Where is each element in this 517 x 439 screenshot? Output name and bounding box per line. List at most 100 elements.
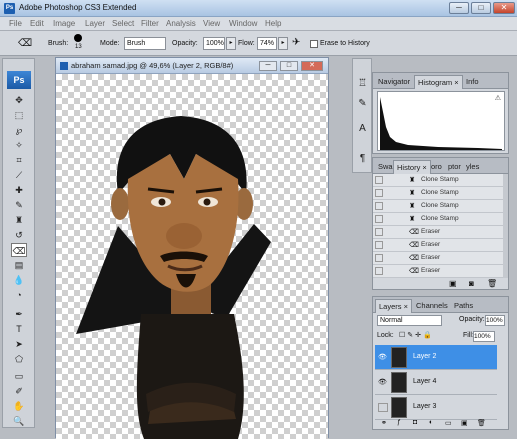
healing-brush-tool-icon[interactable]: ✚ bbox=[11, 183, 27, 197]
type-tool-icon[interactable]: T bbox=[11, 322, 27, 336]
tab-history[interactable]: History × bbox=[393, 160, 431, 174]
tab-histogram[interactable]: Histogram × bbox=[414, 75, 463, 89]
menu-edit[interactable]: Edit bbox=[30, 19, 44, 28]
history-item[interactable]: ⌫ Eraser bbox=[373, 226, 503, 239]
lock-icons[interactable]: ☐✎✛🔒 bbox=[399, 331, 434, 339]
notes-tool-icon[interactable]: ▭ bbox=[11, 369, 27, 383]
layer-row-layer-4[interactable]: 👁 Layer 4 bbox=[375, 370, 497, 395]
tab-navigator[interactable]: Navigator bbox=[375, 75, 413, 89]
adjustment-layer-icon[interactable]: ◐ bbox=[429, 419, 433, 426]
history-scrollbar[interactable] bbox=[503, 174, 508, 278]
layer-opacity-field[interactable]: 100% bbox=[485, 315, 505, 326]
document-title: abraham samad.jpg @ 49,6% (Layer 2, RGB/… bbox=[71, 61, 234, 70]
menu-analysis[interactable]: Analysis bbox=[166, 19, 196, 28]
eyedropper-tool-icon[interactable]: ✐ bbox=[11, 384, 27, 398]
tab-adjustments[interactable]: ptor bbox=[445, 160, 464, 174]
tools-preset-icon[interactable]: ♖ bbox=[355, 76, 370, 91]
brush-tool-icon[interactable]: ✎ bbox=[11, 198, 27, 212]
title-bar: Ps Adobe Photoshop CS3 Extended ─ □ ✕ bbox=[0, 0, 517, 17]
layer-thumbnail bbox=[391, 372, 407, 393]
tab-styles[interactable]: yles bbox=[463, 160, 482, 174]
menu-file[interactable]: File bbox=[9, 19, 22, 28]
clone-stamp-icon: ♜ bbox=[409, 177, 416, 184]
layer-name: Layer 2 bbox=[413, 353, 437, 360]
history-item[interactable]: ♜ Clone Stamp bbox=[373, 174, 503, 187]
marquee-tool-icon[interactable]: ⬚ bbox=[11, 108, 27, 122]
tab-color[interactable]: oro bbox=[428, 160, 445, 174]
paragraph-panel-icon[interactable]: ¶ bbox=[355, 151, 370, 166]
gradient-tool-icon[interactable]: ▤ bbox=[11, 258, 27, 272]
history-item[interactable]: ♜ Clone Stamp bbox=[373, 213, 503, 226]
history-item[interactable]: ⌫ Eraser bbox=[373, 265, 503, 278]
shape-tool-icon[interactable]: ⬠ bbox=[11, 352, 27, 366]
tab-info[interactable]: Info bbox=[463, 75, 482, 89]
tab-paths[interactable]: Paths bbox=[451, 299, 476, 313]
close-button[interactable]: ✕ bbox=[493, 2, 515, 14]
layer-style-icon[interactable]: ƒ bbox=[397, 419, 401, 426]
tab-layers[interactable]: Layers × bbox=[375, 299, 412, 313]
magic-wand-tool-icon[interactable]: ✧ bbox=[11, 138, 27, 152]
tab-channels[interactable]: Channels bbox=[413, 299, 451, 313]
history-item[interactable]: ⌫ Eraser bbox=[373, 239, 503, 252]
history-item[interactable]: ♜ Clone Stamp bbox=[373, 187, 503, 200]
zoom-tool-icon[interactable]: 🔍 bbox=[11, 414, 27, 428]
doc-maximize-button[interactable]: □ bbox=[280, 61, 298, 71]
new-snapshot-icon[interactable]: ◙ bbox=[469, 279, 474, 288]
menu-layer[interactable]: Layer bbox=[85, 19, 105, 28]
history-brush-tool-icon[interactable]: ↺ bbox=[11, 228, 27, 242]
delete-state-icon[interactable]: 🗑 bbox=[487, 279, 497, 288]
menu-select[interactable]: Select bbox=[112, 19, 134, 28]
path-selection-tool-icon[interactable]: ➤ bbox=[11, 337, 27, 351]
menu-image[interactable]: Image bbox=[53, 19, 75, 28]
eraser-tool-preset-icon[interactable]: ⌫ bbox=[18, 38, 32, 49]
lasso-tool-icon[interactable]: ℘ bbox=[11, 123, 27, 137]
flow-slider-button[interactable]: ▸ bbox=[278, 37, 288, 50]
layer-thumbnail bbox=[391, 397, 407, 418]
character-panel-icon[interactable]: A bbox=[355, 121, 370, 136]
mode-select[interactable]: Brush bbox=[124, 37, 166, 50]
move-tool-icon[interactable]: ✥ bbox=[11, 93, 27, 107]
brush-preview-icon[interactable] bbox=[74, 34, 82, 42]
doc-close-button[interactable]: ✕ bbox=[301, 61, 323, 71]
opacity-field[interactable]: 100% bbox=[203, 37, 225, 50]
new-document-icon[interactable]: ▣ bbox=[449, 279, 457, 288]
app-title: Adobe Photoshop CS3 Extended bbox=[19, 3, 137, 12]
eraser-icon: ⌫ bbox=[409, 242, 419, 249]
history-item[interactable]: ♜ Clone Stamp bbox=[373, 200, 503, 213]
layer-row-layer-2[interactable]: 👁 Layer 2 bbox=[375, 345, 497, 370]
menu-help[interactable]: Help bbox=[265, 19, 281, 28]
dodge-tool-icon[interactable]: ◔ bbox=[11, 288, 27, 302]
visibility-eye-icon[interactable]: 👁 bbox=[378, 353, 388, 362]
visibility-eye-icon[interactable]: 👁 bbox=[378, 378, 388, 387]
minimize-button[interactable]: ─ bbox=[449, 2, 469, 14]
link-layers-icon[interactable]: ⚭ bbox=[381, 419, 387, 427]
group-icon[interactable]: ▭ bbox=[445, 419, 452, 427]
eraser-tool-icon[interactable]: ⌫ bbox=[11, 243, 27, 257]
menu-view[interactable]: View bbox=[203, 19, 220, 28]
history-item[interactable]: ⌫ Eraser bbox=[373, 252, 503, 265]
airbrush-icon[interactable]: ✈ bbox=[292, 37, 300, 48]
doc-minimize-button[interactable]: ─ bbox=[259, 61, 277, 71]
delete-layer-icon[interactable]: 🗑 bbox=[477, 419, 486, 427]
blend-mode-select[interactable]: Normal bbox=[377, 315, 442, 326]
fill-field[interactable]: 100% bbox=[473, 331, 495, 342]
slice-tool-icon[interactable]: ⟋ bbox=[11, 168, 27, 182]
layer-mask-icon[interactable]: ◘ bbox=[413, 419, 417, 426]
erase-to-history-checkbox[interactable] bbox=[310, 40, 318, 48]
opacity-slider-button[interactable]: ▸ bbox=[226, 37, 236, 50]
image-canvas[interactable] bbox=[56, 74, 328, 439]
maximize-button[interactable]: □ bbox=[471, 2, 491, 14]
crop-tool-icon[interactable]: ⌗ bbox=[11, 153, 27, 167]
blur-tool-icon[interactable]: 💧 bbox=[11, 273, 27, 287]
new-layer-icon[interactable]: ▣ bbox=[461, 419, 468, 427]
pen-tool-icon[interactable]: ✒ bbox=[11, 307, 27, 321]
menu-window[interactable]: Window bbox=[229, 19, 257, 28]
eraser-icon: ⌫ bbox=[409, 255, 419, 262]
clone-stamp-tool-icon[interactable]: ♜ bbox=[11, 213, 27, 227]
hand-tool-icon[interactable]: ✋ bbox=[11, 399, 27, 413]
visibility-toggle[interactable] bbox=[378, 403, 388, 412]
layer-row-layer-3[interactable]: Layer 3 bbox=[375, 395, 497, 420]
menu-filter[interactable]: Filter bbox=[141, 19, 159, 28]
clone-source-icon[interactable]: ✎ bbox=[355, 96, 370, 111]
flow-field[interactable]: 74% bbox=[257, 37, 277, 50]
